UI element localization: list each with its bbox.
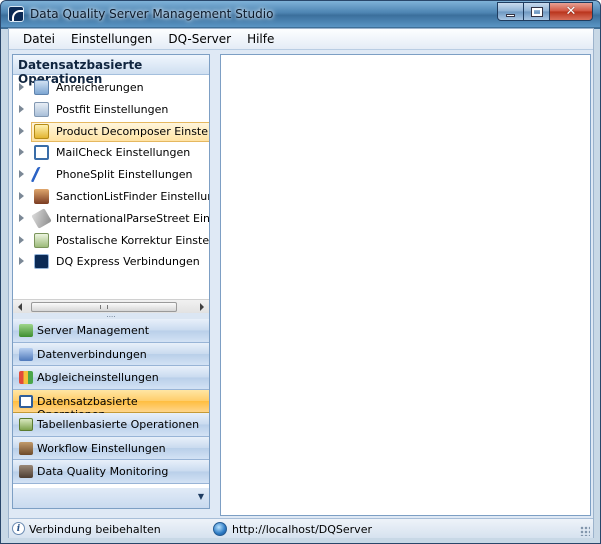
nav-tabellenbasierte-operationen[interactable]: Tabellenbasierte Operationen xyxy=(13,413,209,437)
tree-item-label: Postalische Korrektur Einstellungen xyxy=(56,233,209,247)
window-title: Data Quality Server Management Studio xyxy=(30,7,274,21)
nav-label: Data Quality Monitoring xyxy=(37,465,169,478)
expand-arrow-icon[interactable] xyxy=(19,257,24,266)
configure-buttons-icon[interactable]: ▼ xyxy=(198,492,204,501)
tree-item-phonesplit[interactable]: PhoneSplit Einstellungen xyxy=(13,164,209,186)
globe-icon xyxy=(213,522,227,536)
scrollbar-thumb[interactable] xyxy=(31,302,177,312)
nav-datenverbindungen[interactable]: Datenverbindungen xyxy=(13,342,209,366)
tree-item-sanctionlistfinder[interactable]: SanctionListFinder Einstellungen xyxy=(13,186,209,208)
navigation-bar-footer: ▼ xyxy=(13,488,209,508)
status-server-url: http://localhost/DQServer xyxy=(232,523,372,536)
close-button[interactable]: ✕ xyxy=(549,2,593,21)
status-bar: i Verbindung beibehalten http://localhos… xyxy=(9,518,593,538)
nav-server-management[interactable]: Server Management xyxy=(13,319,209,343)
street-icon xyxy=(31,208,52,229)
tree-item-postalische-korrektur[interactable]: Postalische Korrektur Einstellungen xyxy=(13,230,209,252)
navigation-bar: Server Management Datenverbindungen Abgl… xyxy=(13,319,209,484)
nav-data-quality-monitoring[interactable]: Data Quality Monitoring xyxy=(13,460,209,484)
title-bar[interactable]: Data Quality Server Management Studio ✕ xyxy=(1,1,600,27)
maximize-icon xyxy=(530,6,543,17)
tree-item-label: PhoneSplit Einstellungen xyxy=(56,168,193,182)
panel-title: Datensatzbasierte Operationen xyxy=(13,55,209,86)
client-area: Datei Einstellungen DQ-Server Hilfe Date… xyxy=(8,28,594,538)
nav-label: Abgleicheinstellungen xyxy=(37,371,159,384)
status-connection-text: Verbindung beibehalten xyxy=(29,523,161,536)
grip-icon xyxy=(100,305,108,309)
expand-arrow-icon[interactable] xyxy=(19,83,24,91)
tree-item-label: Anreicherungen xyxy=(56,81,144,94)
product-decomposer-icon xyxy=(34,123,49,139)
nav-label: Workflow Einstellungen xyxy=(37,441,166,455)
minimize-icon xyxy=(506,13,515,17)
menu-hilfe[interactable]: Hilfe xyxy=(239,30,282,48)
dq-express-icon xyxy=(34,254,49,270)
tree-item-dq-express[interactable]: DQ Express Verbindungen xyxy=(13,251,209,273)
table-operations-icon xyxy=(19,418,33,431)
at-sign-icon xyxy=(34,145,49,161)
minimize-button[interactable] xyxy=(497,2,524,21)
tree-item-label: DQ Express Verbindungen xyxy=(56,255,200,269)
monitoring-icon xyxy=(19,465,33,478)
record-operations-icon xyxy=(19,394,33,408)
matching-icon xyxy=(19,371,33,384)
nav-label: Server Management xyxy=(37,324,150,337)
data-connection-icon xyxy=(19,347,33,361)
tree-item-product-decomposer[interactable]: Product Decomposer Einstellungen xyxy=(13,121,209,143)
nav-abgleicheinstellungen[interactable]: Abgleicheinstellungen xyxy=(13,366,209,390)
menu-bar: Datei Einstellungen DQ-Server Hilfe xyxy=(9,29,593,50)
workflow-icon xyxy=(19,441,33,455)
info-icon: i xyxy=(12,522,25,535)
nav-workflow-einstellungen[interactable]: Workflow Einstellungen xyxy=(13,436,209,460)
person-icon xyxy=(34,188,49,204)
tree-item-label: SanctionListFinder Einstellungen xyxy=(56,189,209,203)
expand-arrow-icon[interactable] xyxy=(19,104,24,113)
tree-item-label: Product Decomposer Einstellungen xyxy=(56,124,209,138)
resize-grip-icon[interactable] xyxy=(580,526,590,536)
caption-buttons: ✕ xyxy=(497,2,593,21)
navigation-panel: Datensatzbasierte Operationen Anreicheru… xyxy=(12,54,210,509)
close-icon: ✕ xyxy=(565,4,577,19)
postal-correction-icon xyxy=(34,232,49,248)
postfit-icon xyxy=(34,101,49,117)
expand-arrow-icon[interactable] xyxy=(19,148,24,157)
nav-label: Datenverbindungen xyxy=(37,347,147,361)
menu-datei[interactable]: Datei xyxy=(15,30,63,48)
maximize-button[interactable] xyxy=(523,2,550,21)
menu-einstellungen[interactable]: Einstellungen xyxy=(63,30,160,48)
application-window: Data Quality Server Management Studio ✕ … xyxy=(0,0,601,544)
tree-item-internationalparsestreet[interactable]: InternationalParseStreet Einstellungen xyxy=(13,208,209,230)
app-logo-icon[interactable] xyxy=(8,6,24,22)
expand-arrow-icon[interactable] xyxy=(19,170,24,179)
tree-item-anreicherungen[interactable]: Anreicherungen xyxy=(13,77,209,99)
expand-arrow-icon[interactable] xyxy=(19,191,24,200)
phone-icon xyxy=(30,167,53,183)
enrichment-icon xyxy=(34,80,49,95)
scroll-right-icon[interactable] xyxy=(200,303,204,311)
nav-label: Tabellenbasierte Operationen xyxy=(37,418,200,431)
expand-arrow-icon[interactable] xyxy=(19,126,24,135)
tree-item-label: InternationalParseStreet Einstellungen xyxy=(56,211,209,225)
content-panel[interactable] xyxy=(220,54,591,516)
tree-item-postfit[interactable]: Postfit Einstellungen xyxy=(13,99,209,121)
expand-arrow-icon[interactable] xyxy=(19,213,24,222)
tree-item-mailcheck[interactable]: MailCheck Einstellungen xyxy=(13,142,209,164)
tree-item-label: Postfit Einstellungen xyxy=(56,102,169,116)
menu-dq-server[interactable]: DQ-Server xyxy=(160,30,239,48)
scroll-left-icon[interactable] xyxy=(18,303,22,311)
tree-item-label: MailCheck Einstellungen xyxy=(56,146,191,160)
server-icon xyxy=(19,324,33,337)
operations-tree: Anreicherungen Postfit Einstellungen Pro… xyxy=(13,77,209,299)
nav-datensatzbasierte-operationen[interactable]: Datensatzbasierte Operationen xyxy=(13,389,209,421)
expand-arrow-icon[interactable] xyxy=(19,235,24,244)
